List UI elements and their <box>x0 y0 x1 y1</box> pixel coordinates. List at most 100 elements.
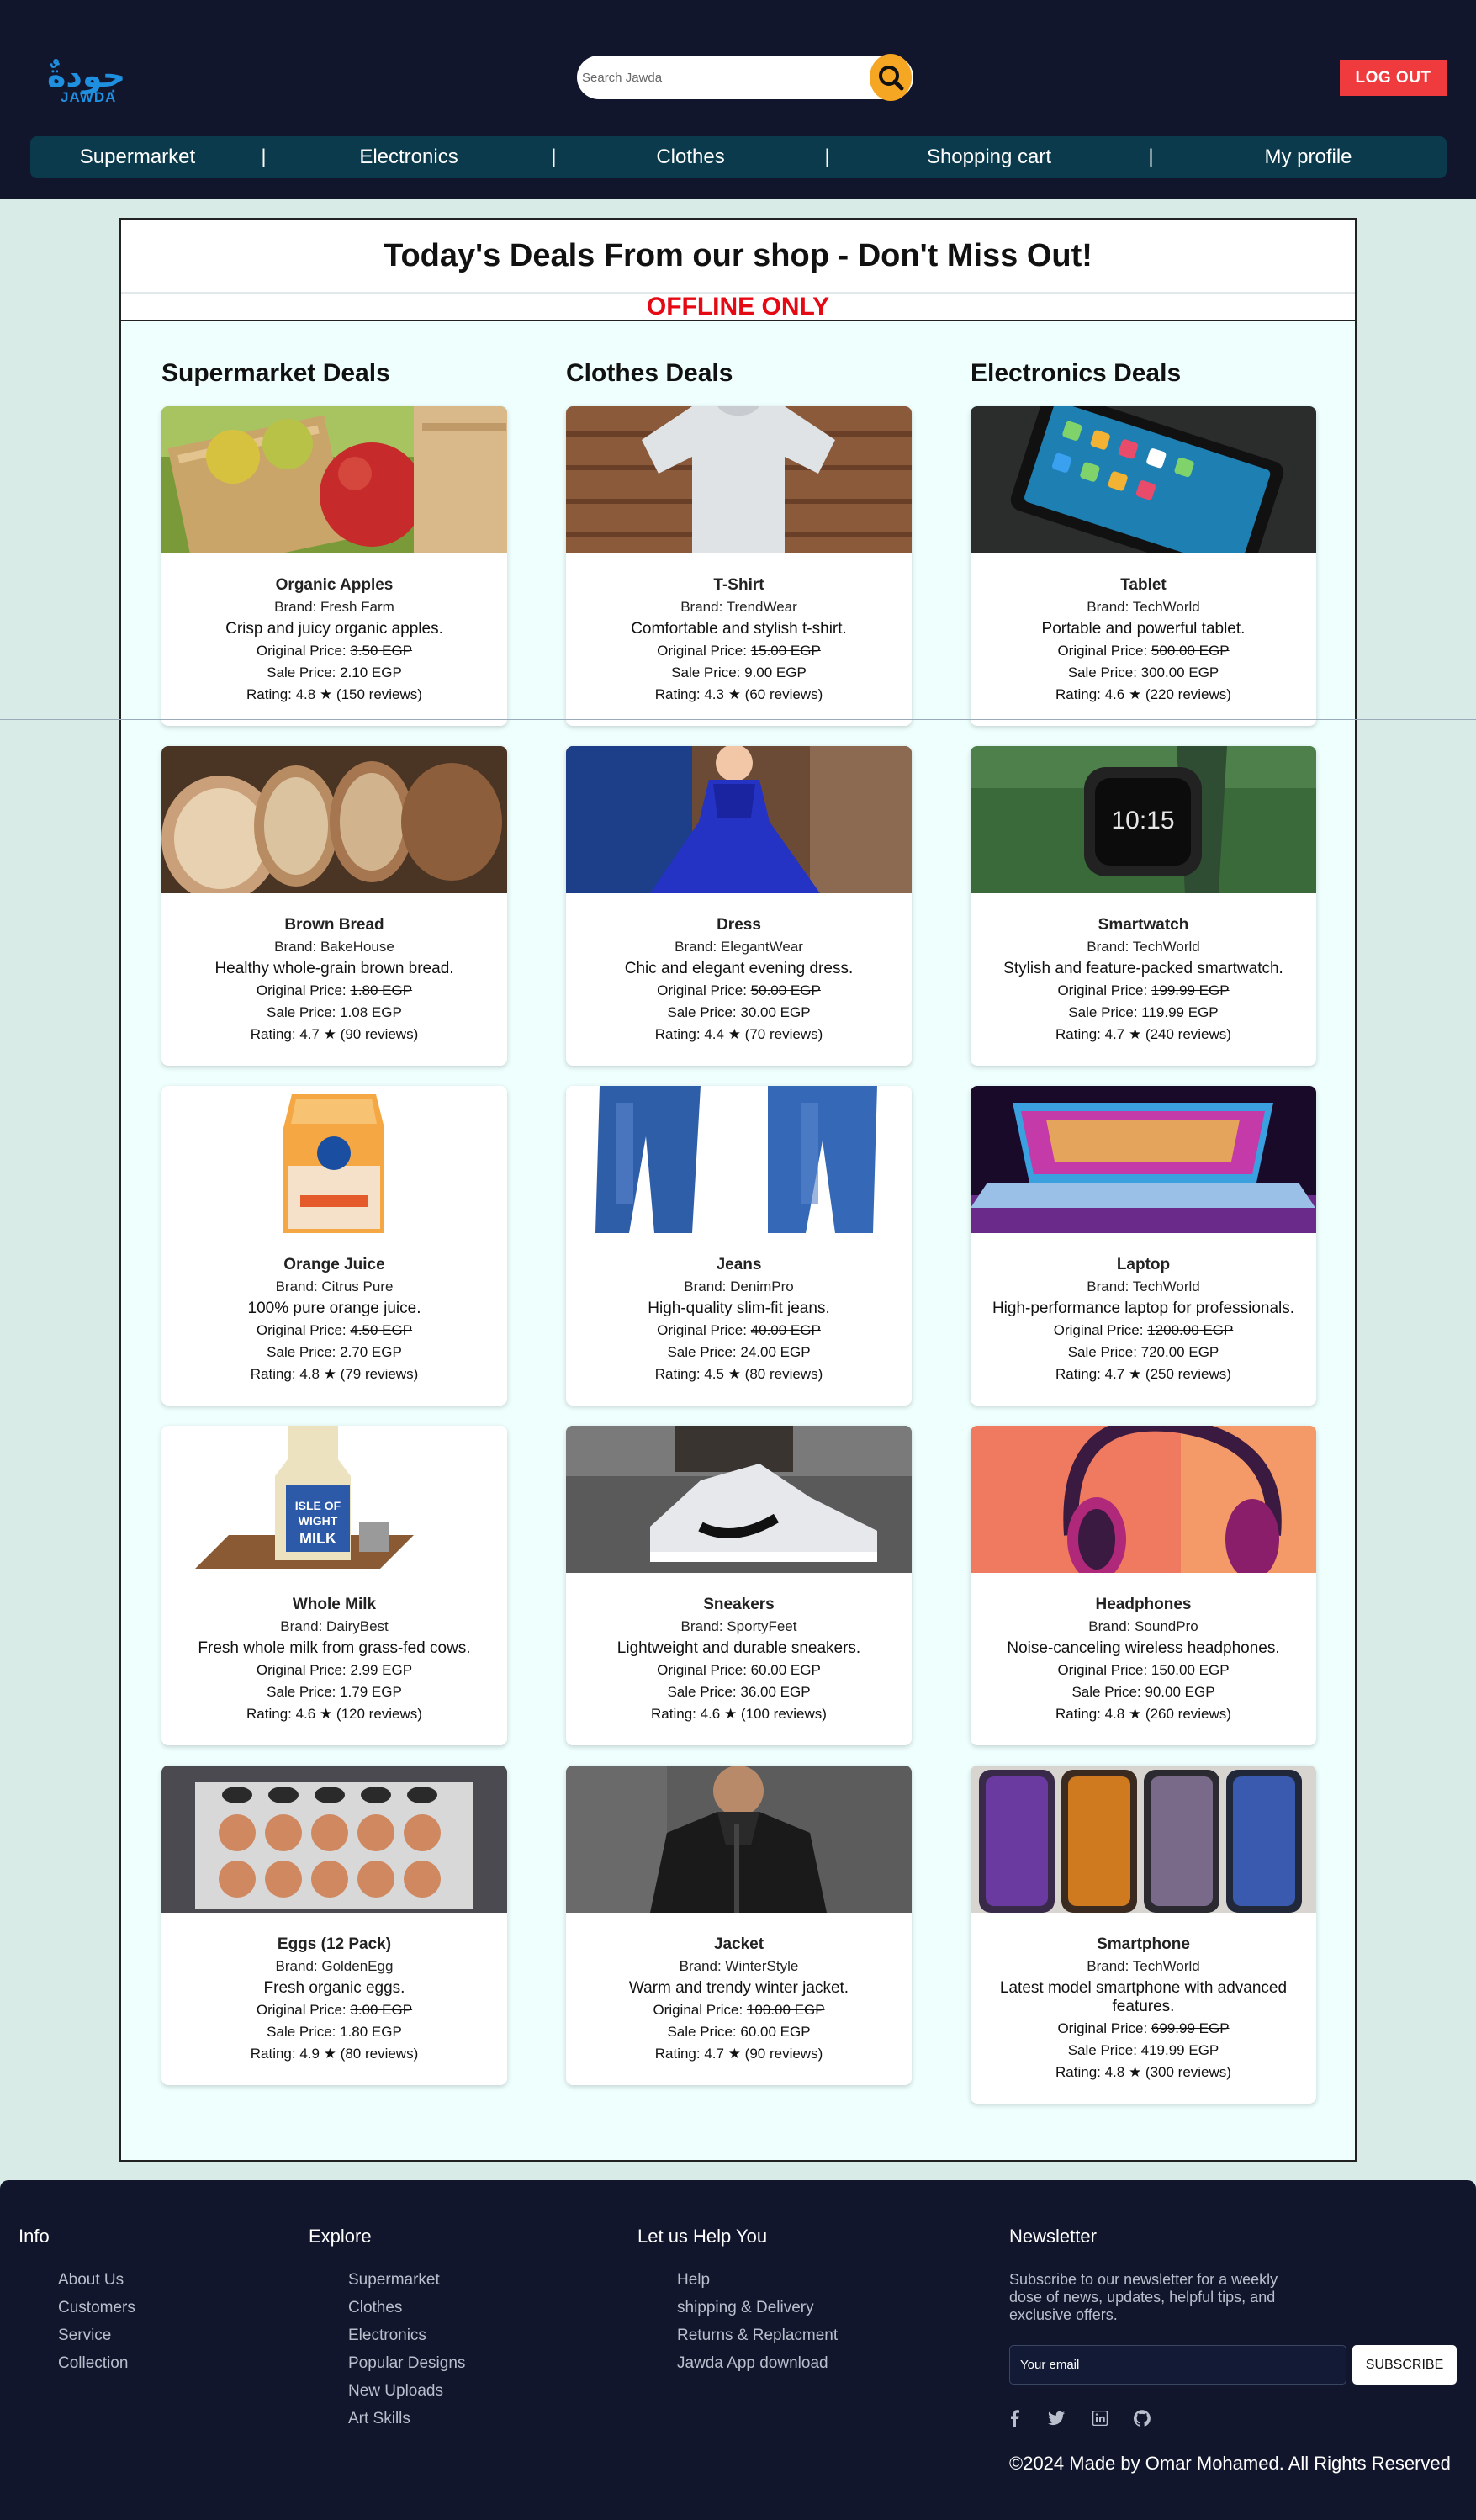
product-name: Sneakers <box>703 1596 775 1613</box>
footer-link-service[interactable]: Service <box>58 2327 111 2345</box>
product-rating: Rating: 4.6 ★ (100 reviews) <box>651 1706 827 1722</box>
product-image[interactable]: ISLE OF WIGHT MILK <box>161 1426 507 1573</box>
product-card[interactable]: ISLE OF WIGHT MILK Whole Milk Brand: DairyBe… <box>161 1426 507 1745</box>
footer: Info About Us Customers Service Collecti… <box>0 2180 1476 2520</box>
sale-price: Sale Price: 119.99 EGP <box>1068 1004 1219 1020</box>
subscribe-button[interactable]: SUBSCRIBE <box>1352 2345 1457 2385</box>
product-rating: Rating: 4.9 ★ (80 reviews) <box>250 2046 419 2062</box>
original-price-value: 3.50 EGP <box>350 643 413 659</box>
nav-item-my-profile[interactable]: My profile <box>1170 146 1447 169</box>
nav-item-clothes[interactable]: Clothes <box>573 146 808 169</box>
product-description: Comfortable and stylish t-shirt. <box>631 620 847 638</box>
original-price-label: Original Price: <box>657 643 751 659</box>
original-price-label: Original Price: <box>256 1662 351 1678</box>
logout-button[interactable]: LOG OUT <box>1340 60 1447 96</box>
footer-link-electronics[interactable]: Electronics <box>348 2327 426 2345</box>
nav-item-electronics[interactable]: Electronics <box>283 146 535 169</box>
product-image[interactable] <box>161 1086 507 1233</box>
copyright-text: ©2024 Made by Omar Mohamed. All Rights R… <box>1009 2453 1451 2474</box>
product-image[interactable] <box>161 746 507 893</box>
product-image[interactable] <box>971 1766 1316 1913</box>
original-price: Original Price: 3.00 EGP <box>175 1999 494 2021</box>
original-price-label: Original Price: <box>1057 643 1151 659</box>
search-icon <box>879 66 904 91</box>
newsletter-email-input[interactable] <box>1009 2345 1346 2385</box>
sale-price: Sale Price: 2.10 EGP <box>267 664 402 680</box>
sale-price: Sale Price: 36.00 EGP <box>667 1684 811 1700</box>
product-image[interactable] <box>161 406 507 553</box>
search-button[interactable] <box>870 54 912 101</box>
product-card[interactable]: Jeans Brand: DenimPro High-quality slim-fi… <box>566 1086 912 1406</box>
product-image[interactable] <box>566 1766 912 1913</box>
original-price-value: 4.50 EGP <box>350 1322 413 1338</box>
footer-link-collection[interactable]: Collection <box>58 2354 128 2373</box>
deals-header: Today's Deals From our shop - Don't Miss… <box>121 220 1355 294</box>
footer-link-app-download[interactable]: Jawda App download <box>677 2354 828 2373</box>
product-card[interactable]: Smartphone Brand: TechWorld Latest model s… <box>971 1766 1316 2104</box>
product-card[interactable]: T-Shirt Brand: TrendWear Comfortable and s… <box>566 406 912 726</box>
product-image[interactable] <box>161 1766 507 1913</box>
footer-link-supermarket[interactable]: Supermarket <box>348 2271 440 2290</box>
footer-link-shipping[interactable]: shipping & Delivery <box>677 2299 814 2317</box>
footer-link-popular-designs[interactable]: Popular Designs <box>348 2354 465 2373</box>
product-image[interactable] <box>566 746 912 893</box>
footer-link-art-skills[interactable]: Art Skills <box>348 2410 410 2428</box>
product-description: Noise-canceling wireless headphones. <box>1007 1639 1280 1657</box>
footer-link-about-us[interactable]: About Us <box>58 2271 124 2290</box>
product-rating: Rating: 4.6 ★ (120 reviews) <box>246 1706 422 1722</box>
github-icon[interactable] <box>1133 2409 1151 2427</box>
product-card[interactable]: Laptop Brand: TechWorld High-performance l… <box>971 1086 1316 1406</box>
nav-item-supermarket[interactable]: Supermarket <box>30 146 245 169</box>
search-input[interactable] <box>579 57 865 98</box>
product-name: Smartwatch <box>1098 916 1189 934</box>
sale-price: Sale Price: 9.00 EGP <box>671 664 807 680</box>
twitter-icon[interactable] <box>1047 2409 1066 2427</box>
original-price-value: 699.99 EGP <box>1151 2020 1230 2036</box>
original-price-value: 40.00 EGP <box>750 1322 821 1338</box>
product-card[interactable]: 10:15 Smartwatch Brand: TechWorld Stylish a… <box>971 746 1316 1066</box>
sale-price: Sale Price: 60.00 EGP <box>667 2024 811 2040</box>
product-card[interactable]: Dress Brand: ElegantWear Chic and elegant … <box>566 746 912 1066</box>
product-card[interactable]: Brown Bread Brand: BakeHouse Healthy whole… <box>161 746 507 1066</box>
product-card[interactable]: Orange Juice Brand: Citrus Pure 100% pure … <box>161 1086 507 1406</box>
jawda-logo[interactable]: جودةٌ JAWDA <box>47 59 131 106</box>
product-image[interactable] <box>566 1426 912 1573</box>
product-card[interactable]: Tablet Brand: TechWorld Portable and power… <box>971 406 1316 726</box>
product-image[interactable] <box>971 1086 1316 1233</box>
product-name: Organic Apples <box>275 576 394 594</box>
product-name: Whole Milk <box>292 1596 377 1613</box>
product-name: Smartphone <box>1097 1935 1190 1953</box>
original-price-value: 1200.00 EGP <box>1147 1322 1234 1338</box>
product-image[interactable] <box>566 1086 912 1233</box>
product-card[interactable]: Eggs (12 Pack) Brand: GoldenEgg Fresh orga… <box>161 1766 507 2085</box>
product-brand: Brand: WinterStyle <box>679 1958 799 1974</box>
product-card[interactable]: Organic Apples Brand: Fresh Farm Crisp and… <box>161 406 507 726</box>
product-image[interactable] <box>971 406 1316 553</box>
product-rating: Rating: 4.7 ★ (250 reviews) <box>1055 1366 1231 1382</box>
product-brand: Brand: DenimPro <box>684 1279 794 1294</box>
product-brand: Brand: TechWorld <box>1087 939 1200 955</box>
linkedin-icon[interactable] <box>1091 2409 1109 2427</box>
product-brand: Brand: SoundPro <box>1088 1618 1198 1634</box>
divider <box>121 320 1355 321</box>
footer-link-new-uploads[interactable]: New Uploads <box>348 2382 443 2401</box>
footer-link-clothes[interactable]: Clothes <box>348 2299 402 2317</box>
footer-link-customers[interactable]: Customers <box>58 2299 135 2317</box>
original-price: Original Price: 3.50 EGP <box>175 640 494 662</box>
product-image[interactable] <box>566 406 912 553</box>
footer-link-returns[interactable]: Returns & Replacment <box>677 2327 838 2345</box>
footer-link-help[interactable]: Help <box>677 2271 710 2290</box>
product-description: High-quality slim-fit jeans. <box>648 1300 830 1317</box>
product-image[interactable] <box>971 1426 1316 1573</box>
facebook-icon[interactable] <box>1005 2409 1024 2427</box>
product-card[interactable]: Sneakers Brand: SportyFeet Lightweight and… <box>566 1426 912 1745</box>
product-name: Dress <box>717 916 761 934</box>
product-rating: Rating: 4.8 ★ (260 reviews) <box>1055 1706 1231 1722</box>
nav-item-shopping-cart[interactable]: Shopping cart <box>846 146 1132 169</box>
original-price-label: Original Price: <box>1057 2020 1151 2036</box>
product-brand: Brand: BakeHouse <box>274 939 394 955</box>
product-card[interactable]: Headphones Brand: SoundPro Noise-canceling… <box>971 1426 1316 1745</box>
product-rating: Rating: 4.8 ★ (79 reviews) <box>250 1366 419 1382</box>
product-image[interactable]: 10:15 <box>971 746 1316 893</box>
product-card[interactable]: Jacket Brand: WinterStyle Warm and trendy … <box>566 1766 912 2085</box>
